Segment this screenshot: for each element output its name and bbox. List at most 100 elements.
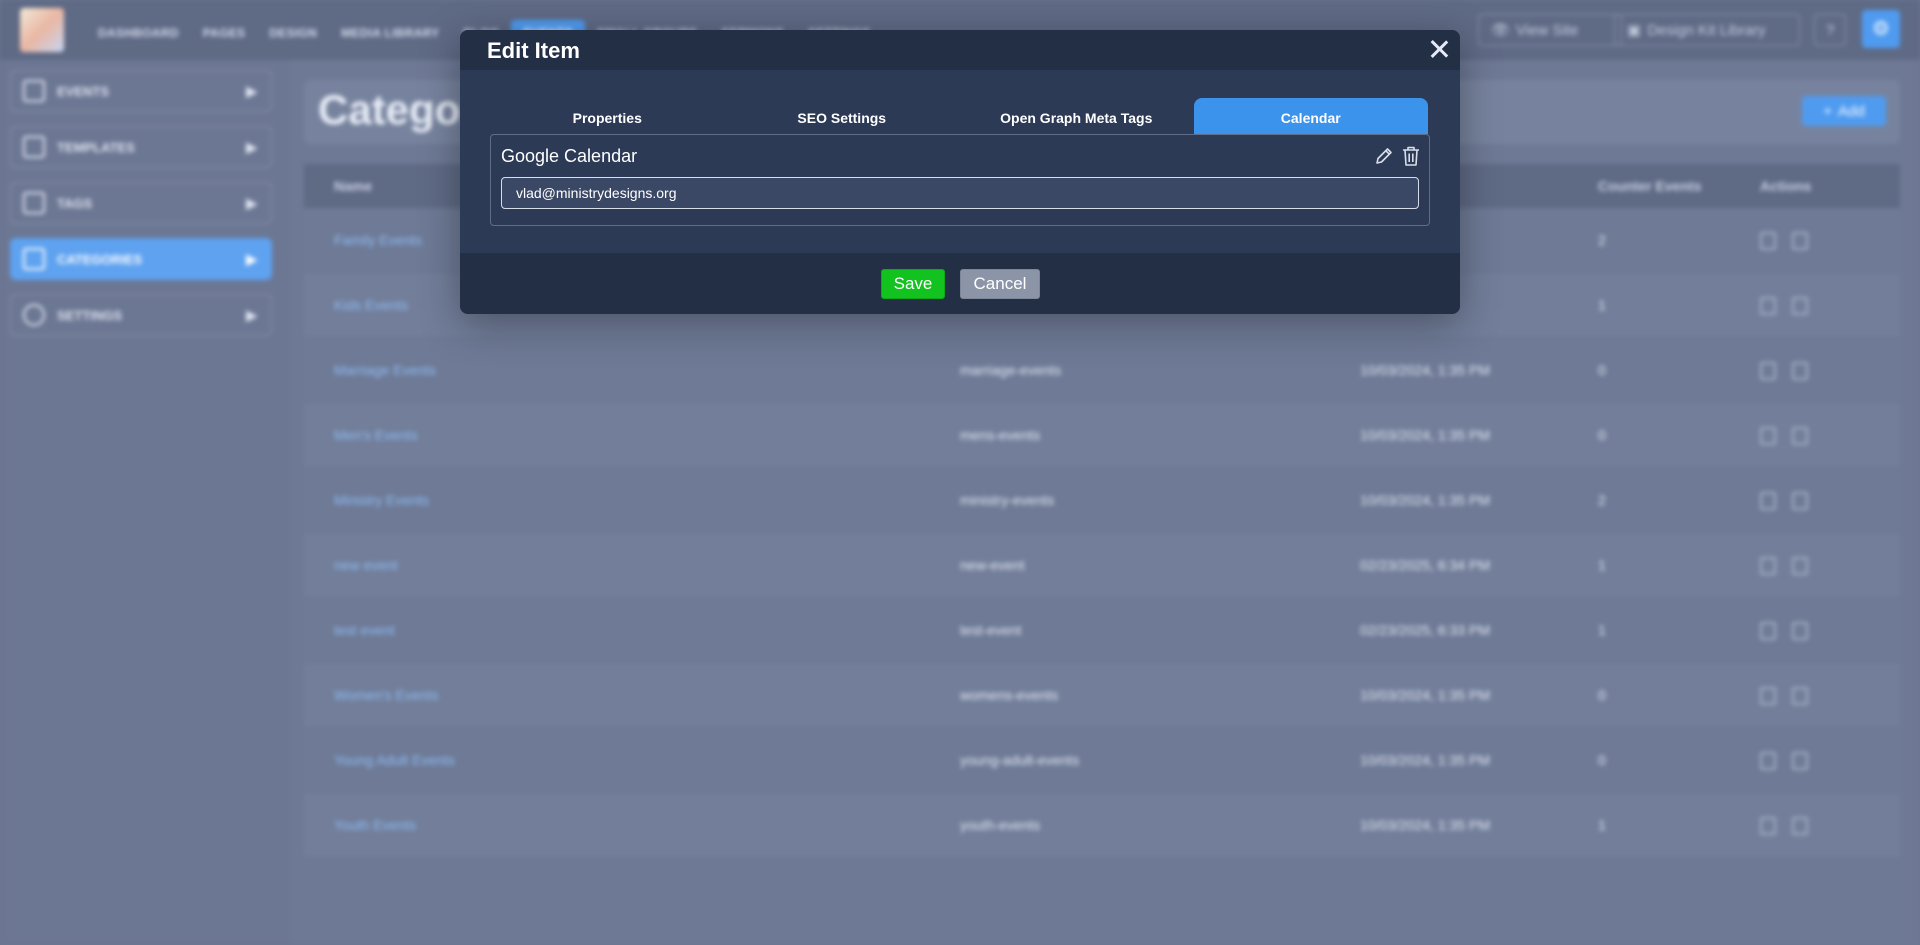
table-row[interactable]: Men's Events mens-events 10/03/2024, 1:35 … xyxy=(304,403,1900,468)
category-name-link[interactable]: Men's Events xyxy=(334,427,418,443)
tab-calendar[interactable]: Calendar xyxy=(1193,98,1428,134)
trash-icon[interactable] xyxy=(1792,752,1808,770)
category-name-link[interactable]: Kids Events xyxy=(334,297,408,313)
save-button[interactable]: Save xyxy=(881,269,945,299)
category-slug: womens-events xyxy=(960,687,1059,703)
design-kit-library-button[interactable]: ▣ Design Kit Library xyxy=(1614,14,1800,46)
sidebar-item-events[interactable]: EVENTS ▶ xyxy=(10,70,272,112)
cancel-button[interactable]: Cancel xyxy=(960,269,1040,299)
trash-icon[interactable] xyxy=(1792,232,1808,250)
category-slug: ministry-events xyxy=(960,492,1055,508)
nav-design[interactable]: DESIGN xyxy=(257,20,329,46)
add-button[interactable]: + Add xyxy=(1802,96,1886,126)
category-counter: 2 xyxy=(1598,232,1606,248)
calendar-icon xyxy=(23,80,45,102)
edit-icon[interactable] xyxy=(1760,297,1776,315)
trash-icon[interactable] xyxy=(1792,687,1808,705)
category-counter: 1 xyxy=(1598,817,1606,833)
panel-title: Google Calendar xyxy=(501,146,638,166)
trash-icon[interactable] xyxy=(1792,622,1808,640)
trash-icon[interactable] xyxy=(1792,817,1808,835)
edit-icon[interactable] xyxy=(1760,687,1776,705)
sidebar-item-settings[interactable]: SETTINGS ▶ xyxy=(10,294,272,336)
design-kit-label: Design Kit Library xyxy=(1647,21,1766,39)
table-row[interactable]: Women's Events womens-events 10/03/2024, 1… xyxy=(304,663,1900,728)
table-row[interactable]: test event test-event 02/23/2025, 6:33 PM 1 xyxy=(304,598,1900,663)
tab-properties[interactable]: Properties xyxy=(490,98,725,134)
site-logo[interactable] xyxy=(20,8,64,52)
edit-icon[interactable] xyxy=(1760,492,1776,510)
tab-open-graph-meta-tags[interactable]: Open Graph Meta Tags xyxy=(959,98,1194,134)
table-row[interactable]: Marriage Events marriage-events 10/03/2024… xyxy=(304,338,1900,403)
nav-dashboard[interactable]: DASHBOARD xyxy=(86,20,191,46)
category-name-link[interactable]: Family Events xyxy=(334,232,422,248)
modal-title: Edit Item xyxy=(487,38,580,63)
help-button[interactable]: ? xyxy=(1814,14,1846,46)
edit-icon[interactable] xyxy=(1760,427,1776,445)
sidebar-item-label: TAGS xyxy=(57,195,93,211)
modal-header: Edit Item xyxy=(460,30,1460,70)
view-site-button[interactable]: 👁 View Site xyxy=(1478,14,1622,46)
category-date: 10/03/2024, 1:35 PM xyxy=(1360,492,1490,508)
trash-icon[interactable] xyxy=(1792,427,1808,445)
settings-icon xyxy=(23,304,45,326)
nav-media-library[interactable]: MEDIA LIBRARY xyxy=(329,20,451,46)
category-counter: 1 xyxy=(1598,297,1606,313)
category-name-link[interactable]: Marriage Events xyxy=(334,362,436,378)
table-row[interactable]: new event new-event 02/23/2025, 6:34 PM 1 xyxy=(304,533,1900,598)
category-date: 10/03/2024, 1:35 PM xyxy=(1360,362,1490,378)
category-slug: new-event xyxy=(960,557,1025,573)
category-date: 10/03/2024, 1:35 PM xyxy=(1360,817,1490,833)
trash-icon[interactable] xyxy=(1792,492,1808,510)
eye-icon: 👁 xyxy=(1491,22,1511,39)
category-name-link[interactable]: Young Adult Events xyxy=(334,752,455,768)
table-row[interactable]: Young Adult Events young-adult-events 10/0… xyxy=(304,728,1900,793)
sidebar-item-label: EVENTS xyxy=(57,83,110,99)
trash-icon[interactable] xyxy=(1401,145,1421,167)
sidebar-item-templates[interactable]: TEMPLATES ▶ xyxy=(10,126,272,168)
trash-icon[interactable] xyxy=(1792,297,1808,315)
category-counter: 0 xyxy=(1598,752,1606,768)
category-name-link[interactable]: test event xyxy=(334,622,395,638)
table-row[interactable]: Youth Events youth-events 10/03/2024, 1:35… xyxy=(304,793,1900,858)
column-name-header[interactable]: Name xyxy=(334,178,372,194)
edit-icon[interactable] xyxy=(1760,752,1776,770)
sidebar-item-tags[interactable]: TAGS ▶ xyxy=(10,182,272,224)
sidebar-item-label: SETTINGS xyxy=(57,307,123,323)
category-counter: 2 xyxy=(1598,492,1606,508)
category-slug: marriage-events xyxy=(960,362,1062,378)
grid-icon xyxy=(23,248,45,270)
category-date: 10/03/2024, 1:35 PM xyxy=(1360,687,1490,703)
pencil-icon[interactable] xyxy=(1374,146,1394,166)
gear-icon[interactable]: ⚙ xyxy=(1862,10,1900,48)
category-name-link[interactable]: Youth Events xyxy=(334,817,416,833)
category-counter: 0 xyxy=(1598,362,1606,378)
column-counter-header[interactable]: Counter Events xyxy=(1598,178,1701,194)
edit-icon[interactable] xyxy=(1760,232,1776,250)
category-name-link[interactable]: Women's Events xyxy=(334,687,438,703)
view-site-label: View Site xyxy=(1516,21,1579,39)
sidebar: EVENTS ▶ TEMPLATES ▶ TAGS ▶ CATEGORIES ▶… xyxy=(0,60,290,945)
close-icon[interactable] xyxy=(1426,36,1452,62)
category-name-link[interactable]: new event xyxy=(334,557,398,573)
edit-icon[interactable] xyxy=(1760,817,1776,835)
category-slug: test-event xyxy=(960,622,1022,638)
category-date: 02/23/2025, 6:34 PM xyxy=(1360,557,1490,573)
nav-pages[interactable]: PAGES xyxy=(191,20,258,46)
chevron-right-icon: ▶ xyxy=(246,138,257,155)
plus-icon: + xyxy=(1823,102,1833,120)
calendar-email-field[interactable] xyxy=(501,177,1419,209)
table-row[interactable]: Ministry Events ministry-events 10/03/2024… xyxy=(304,468,1900,533)
category-counter: 1 xyxy=(1598,622,1606,638)
column-actions-header: Actions xyxy=(1760,178,1812,194)
trash-icon[interactable] xyxy=(1792,557,1808,575)
sidebar-item-categories[interactable]: CATEGORIES ▶ xyxy=(10,238,272,280)
chevron-right-icon: ▶ xyxy=(246,306,257,323)
category-date: 10/03/2024, 1:35 PM xyxy=(1360,752,1490,768)
trash-icon[interactable] xyxy=(1792,362,1808,380)
edit-icon[interactable] xyxy=(1760,622,1776,640)
edit-icon[interactable] xyxy=(1760,557,1776,575)
edit-icon[interactable] xyxy=(1760,362,1776,380)
category-name-link[interactable]: Ministry Events xyxy=(334,492,429,508)
tab-seo-settings[interactable]: SEO Settings xyxy=(725,98,960,134)
